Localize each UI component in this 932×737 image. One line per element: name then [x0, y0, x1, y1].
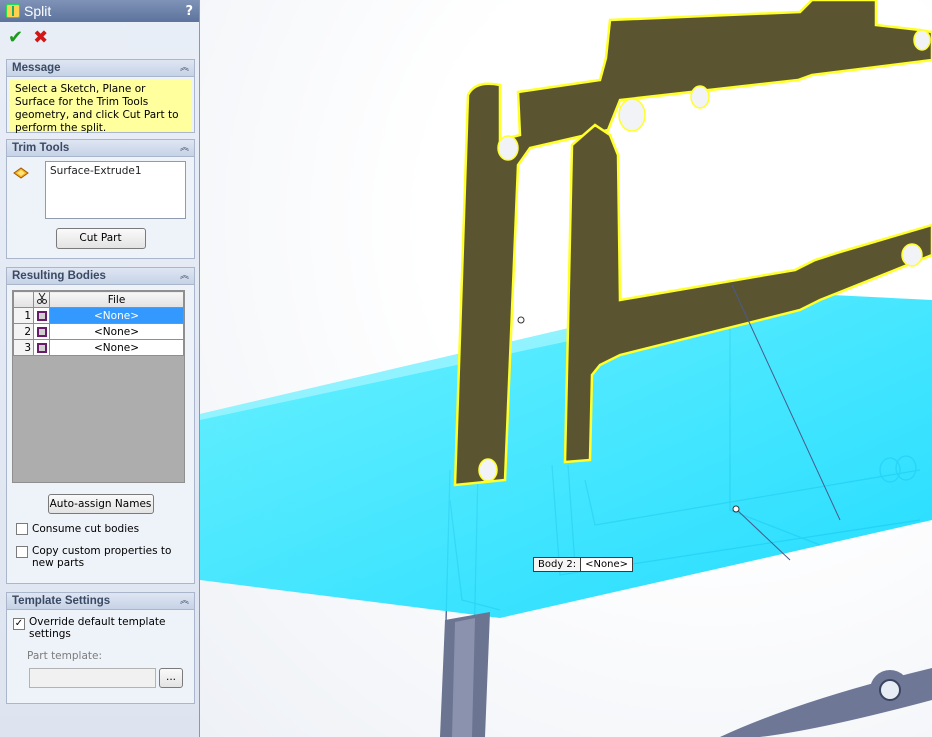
ok-button[interactable]: ✔: [8, 27, 23, 48]
resulting-bodies-table: File 1 <None> 2 <None> 3 <None>: [13, 291, 184, 356]
help-button[interactable]: ?: [185, 4, 193, 19]
copy-custom-properties-option[interactable]: Copy custom properties to new parts: [16, 545, 176, 569]
resulting-bodies-title: Resulting Bodies: [12, 270, 106, 282]
table-corner: [13, 291, 34, 308]
table-row[interactable]: 3 <None>: [13, 339, 184, 356]
copy-custom-properties-label: Copy custom properties to new parts: [32, 545, 172, 569]
message-text: Select a Sketch, Plane or Surface for th…: [10, 80, 191, 134]
scissors-column-header: [33, 291, 50, 308]
trim-tools-title: Trim Tools: [12, 142, 70, 154]
property-manager: Split ? ✔ ✖ Message ︽ Select a Sketch, P…: [0, 0, 200, 737]
override-template-label: Override default template settings: [29, 616, 166, 640]
vertex-point: [517, 316, 525, 324]
trim-tools-list[interactable]: Surface-Extrude1: [45, 161, 186, 219]
template-settings-group: Template Settings ︽ ✓ Override default t…: [6, 592, 195, 704]
table-row[interactable]: 1 <None>: [13, 307, 184, 324]
pm-title: Split: [24, 3, 52, 19]
override-template-option[interactable]: ✓ Override default template settings: [13, 616, 183, 640]
row-number: 1: [13, 307, 34, 324]
body-callout-label: Body 2:: [534, 558, 582, 571]
message-group-title: Message: [12, 62, 61, 74]
collapse-chevron-icon[interactable]: ︽: [180, 63, 189, 73]
row-number: 2: [13, 323, 34, 340]
lower-shaft: [440, 612, 932, 737]
auto-assign-names-button[interactable]: Auto-assign Names: [47, 494, 154, 514]
split-feature-icon: [6, 4, 20, 18]
row-checkbox[interactable]: [33, 307, 50, 324]
consume-cut-bodies-label: Consume cut bodies: [32, 523, 140, 535]
copy-custom-properties-checkbox[interactable]: [16, 546, 28, 558]
graphics-viewport[interactable]: [200, 0, 932, 737]
row-checkbox[interactable]: [33, 339, 50, 356]
collapse-chevron-icon[interactable]: ︽: [180, 596, 189, 606]
trim-tools-header[interactable]: Trim Tools ︽: [7, 140, 194, 157]
file-column-header[interactable]: File: [49, 291, 184, 308]
row-file-cell[interactable]: <None>: [49, 307, 184, 324]
template-settings-title: Template Settings: [12, 595, 111, 607]
trim-tools-group: Trim Tools ︽ Surface-Extrude1 Cut Part: [6, 139, 195, 259]
row-number: 3: [13, 339, 34, 356]
body-callout[interactable]: Body 2: <None>: [533, 557, 634, 572]
row-checkbox[interactable]: [33, 323, 50, 340]
resulting-bodies-table-area: File 1 <None> 2 <None> 3 <None>: [12, 290, 185, 483]
override-template-checkbox[interactable]: ✓: [13, 618, 25, 630]
message-group: Message ︽ Select a Sketch, Plane or Surf…: [6, 59, 195, 134]
consume-cut-bodies-checkbox[interactable]: [16, 523, 28, 535]
pm-title-bar: Split ?: [0, 0, 199, 22]
browse-template-button[interactable]: ...: [159, 668, 183, 688]
body-callout-value[interactable]: <None>: [581, 558, 632, 571]
cut-part-button[interactable]: Cut Part: [55, 228, 146, 249]
row-file-cell[interactable]: <None>: [49, 339, 184, 356]
trim-tools-list-item[interactable]: Surface-Extrude1: [50, 165, 181, 177]
consume-cut-bodies-option[interactable]: Consume cut bodies: [16, 523, 194, 535]
part-template-field[interactable]: [29, 668, 156, 688]
table-row[interactable]: 2 <None>: [13, 323, 184, 340]
part-template-label: Part template:: [27, 650, 103, 662]
callout-anchor-point: [732, 505, 740, 513]
resulting-bodies-header[interactable]: Resulting Bodies ︽: [7, 268, 194, 285]
row-file-cell[interactable]: <None>: [49, 323, 184, 340]
pm-actions: ✔ ✖: [0, 22, 199, 52]
scissors-icon: [36, 292, 47, 304]
resulting-bodies-group: Resulting Bodies ︽ File 1 <None> 2 <None…: [6, 267, 195, 584]
cancel-button[interactable]: ✖: [33, 27, 48, 48]
message-group-header[interactable]: Message ︽: [7, 60, 194, 77]
collapse-chevron-icon[interactable]: ︽: [180, 271, 189, 281]
template-settings-header[interactable]: Template Settings ︽: [7, 593, 194, 610]
collapse-chevron-icon[interactable]: ︽: [180, 143, 189, 153]
trim-tool-icon: [13, 167, 29, 179]
model-view[interactable]: [200, 0, 932, 737]
